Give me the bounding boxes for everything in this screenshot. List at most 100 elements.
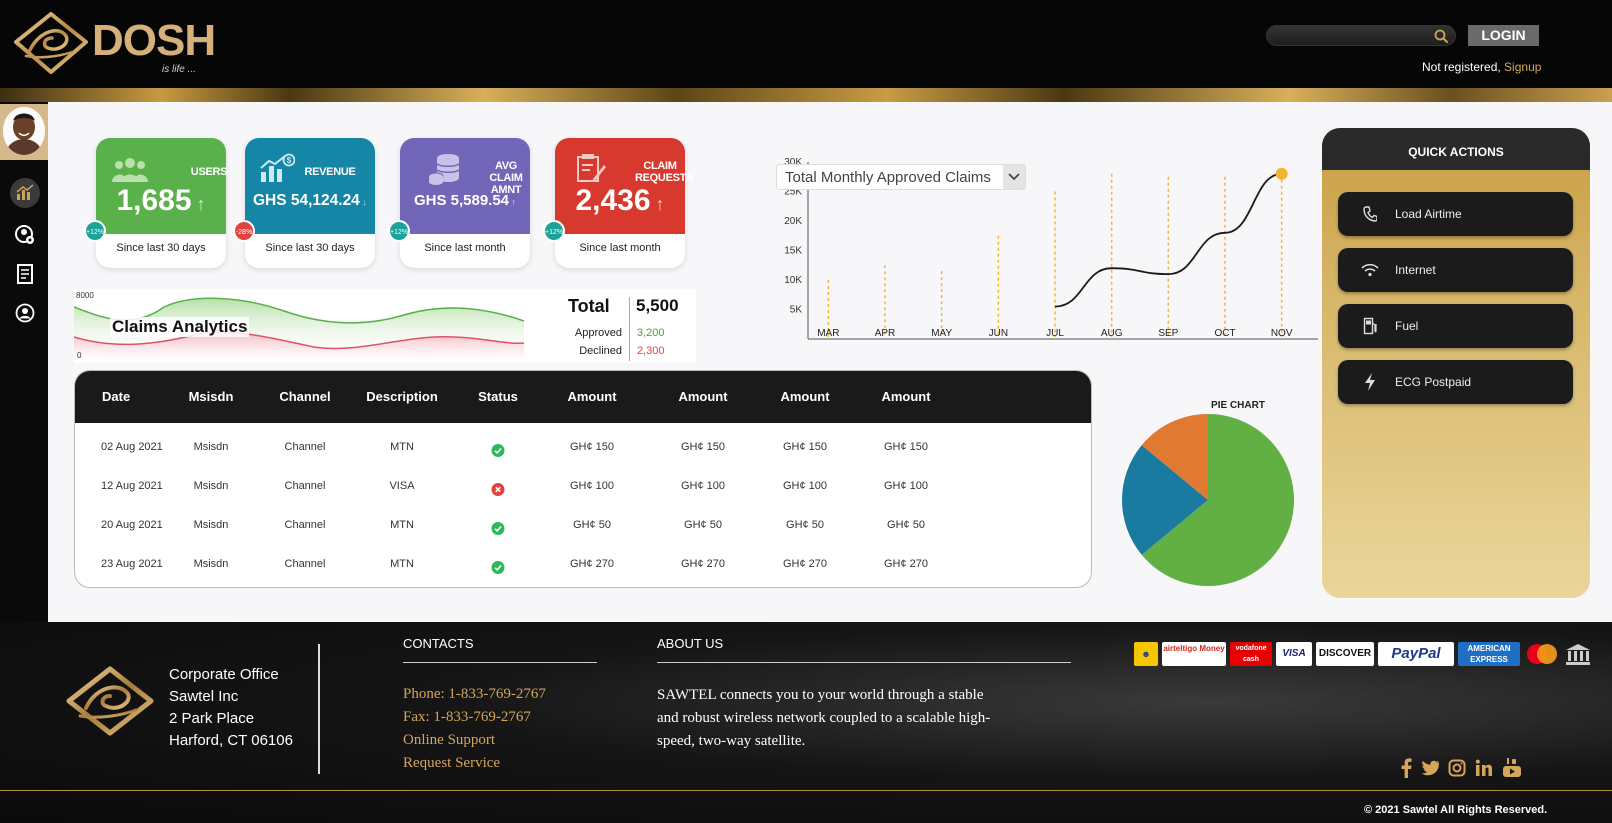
login-button[interactable]: LOGIN	[1468, 25, 1539, 46]
linkedin-icon[interactable]	[1474, 758, 1494, 778]
x-circle-icon	[491, 483, 505, 496]
quick-action-load-airtime[interactable]: Load Airtime	[1338, 192, 1573, 236]
search-box[interactable]	[1266, 25, 1456, 46]
wifi-icon	[1360, 260, 1380, 280]
not-registered-text: Not registered,	[1422, 60, 1501, 74]
stat-card-claim-requests[interactable]: CLAIM REQUESTS 2,436 ↑ +12% Since last mont…	[543, 138, 694, 268]
stat-card-value: GHS 54,124.24 ↓	[252, 192, 368, 209]
header: DOSH is life ... LOGIN Not registered, S…	[0, 0, 1612, 88]
x-tick-label: MAY	[931, 328, 952, 339]
arrow-up-icon: ↑	[509, 197, 517, 207]
document-icon	[17, 264, 33, 284]
online-support-link[interactable]: Online Support	[403, 732, 495, 749]
approved-value: 3,200	[637, 327, 665, 339]
footer-logo-icon	[66, 666, 154, 736]
sidebar-item-user-settings[interactable]	[10, 220, 40, 250]
sidebar-item-profile[interactable]	[10, 298, 40, 328]
check-circle-icon	[491, 561, 505, 574]
column-header-amount[interactable]: Amount	[780, 389, 829, 404]
column-header-channel[interactable]: Channel	[279, 389, 330, 404]
analytics-title: Claims Analytics	[110, 317, 250, 337]
stat-card-label: CLAIM REQUESTS	[635, 160, 694, 184]
declined-value: 2,300	[637, 345, 665, 357]
youtube-icon[interactable]	[1502, 758, 1522, 778]
quick-actions-panel: QUICK ACTIONS Load Airtime Internet Fuel EC…	[1322, 128, 1590, 598]
footer-address: Corporate Office Sawtel Inc 2 Park Place…	[169, 664, 293, 752]
brand-logo[interactable]: DOSH is life ...	[14, 10, 216, 76]
chart-type-select[interactable]: Total Monthly Approved Claims	[776, 164, 1026, 190]
cell-channel: Channel	[284, 558, 326, 570]
column-header-amount[interactable]: Amount	[567, 389, 616, 404]
footer: Corporate Office Sawtel Inc 2 Park Place…	[0, 622, 1612, 823]
stat-card-revenue[interactable]: $ REVENUE GHS 54,124.24 ↓ -28% Since last 30…	[233, 138, 375, 268]
analytics-y-max: 8000	[76, 291, 94, 300]
column-header-description[interactable]: Description	[366, 389, 438, 404]
cell-a2: GH¢ 100	[680, 480, 726, 492]
change-badge: +12%	[388, 220, 410, 242]
claims-analytics-panel: 8000 0 Claims Analytics Total 5,500 Appr…	[74, 289, 696, 363]
footer-gold-line	[0, 790, 1612, 791]
column-header-amount[interactable]: Amount	[678, 389, 727, 404]
stat-card-avg-claim-amnt[interactable]: AVG CLAIM AMNT GHS 5,589.54 ↑ +12% Since la…	[388, 138, 530, 268]
gold-banner	[0, 88, 1612, 102]
address-line: Sawtel Inc	[169, 688, 239, 705]
table-row[interactable]: 23 Aug 2021 Msisdn Channel MTN GH¢ 270 GH¢ 27…	[75, 558, 1091, 587]
cell-a3: GH¢ 150	[782, 441, 828, 453]
table-row[interactable]: 12 Aug 2021 Msisdn Channel VISA GH¢ 100 GH¢ 1…	[75, 480, 1091, 518]
change-badge: -28%	[233, 220, 255, 242]
y-tick-label: 5K	[790, 305, 803, 316]
arrow-up-icon: ↑	[650, 194, 665, 214]
column-header-date[interactable]: Date	[102, 389, 130, 404]
table-row[interactable]: 20 Aug 2021 Msisdn Channel MTN GH¢ 50 GH¢ 50 G…	[75, 519, 1091, 557]
twitter-icon[interactable]	[1420, 758, 1440, 778]
quick-action-fuel[interactable]: Fuel	[1338, 304, 1573, 348]
x-tick-label: MAR	[817, 328, 839, 339]
cell-a4: GH¢ 100	[883, 480, 929, 492]
request-service-link[interactable]: Request Service	[403, 755, 500, 772]
bar-chart-icon	[16, 184, 34, 200]
column-header-amount[interactable]: Amount	[881, 389, 930, 404]
avatar[interactable]	[0, 104, 48, 160]
sidebar-item-analytics[interactable]	[10, 178, 40, 208]
instagram-icon[interactable]	[1447, 758, 1467, 778]
approved-label: Approved	[574, 327, 622, 339]
payment-airteltigo: airteltigo Money	[1162, 642, 1226, 666]
total-value: 5,500	[636, 296, 679, 315]
payment-discover: DISCOVER	[1316, 642, 1374, 666]
contacts-heading: CONTACTS	[403, 636, 474, 651]
stat-card-period: Since last month	[424, 242, 506, 254]
column-header-status[interactable]: Status	[478, 389, 518, 404]
stat-card-header: USERS 1,685 ↑	[96, 138, 228, 234]
cell-a3: GH¢ 50	[786, 519, 824, 531]
brand-tagline: is life ...	[162, 64, 196, 75]
contacts-underline	[403, 662, 597, 663]
footer-divider	[318, 644, 320, 774]
stat-card-users[interactable]: USERS 1,685 ↑ +12% Since last 30 days	[84, 138, 228, 268]
sidebar-item-reports[interactable]	[10, 259, 40, 289]
phone-link[interactable]: Phone: 1-833-769-2767	[403, 686, 546, 703]
x-tick-label: JUN	[989, 328, 1008, 339]
quick-action-ecg-postpaid[interactable]: ECG Postpaid	[1338, 360, 1573, 404]
address-line: Corporate Office	[169, 666, 279, 683]
chevron-down-icon[interactable]	[1003, 165, 1025, 189]
x-tick-label: APR	[875, 328, 896, 339]
cell-date: 12 Aug 2021	[101, 480, 163, 492]
stat-card-header: AVG CLAIM AMNT GHS 5,589.54 ↑	[400, 138, 530, 234]
fax-link[interactable]: Fax: 1-833-769-2767	[403, 709, 531, 726]
stat-card-label: REVENUE	[304, 166, 356, 178]
transactions-table: Date Msisdn Channel Description Status Amount…	[74, 370, 1092, 588]
table-row[interactable]: 02 Aug 2021 Msisdn Channel MTN GH¢ 150 GH¢ 15…	[75, 441, 1091, 479]
phone-icon	[1360, 204, 1380, 224]
search-input[interactable]	[1277, 28, 1427, 44]
search-icon[interactable]	[1433, 28, 1449, 44]
x-tick-label: OCT	[1214, 328, 1235, 339]
signup-link[interactable]: Signup	[1504, 60, 1541, 74]
dashboard-main: USERS 1,685 ↑ +12% Since last 30 days $ REVEN…	[48, 102, 1612, 622]
chart-select-value: Total Monthly Approved Claims	[785, 169, 991, 186]
quick-action-label: Load Airtime	[1395, 207, 1462, 221]
column-header-msisdn[interactable]: Msisdn	[189, 389, 234, 404]
stat-card-header: $ REVENUE GHS 54,124.24 ↓	[245, 138, 375, 234]
arrow-down-icon: ↓	[359, 197, 368, 207]
quick-action-internet[interactable]: Internet	[1338, 248, 1573, 292]
facebook-icon[interactable]	[1396, 758, 1416, 778]
